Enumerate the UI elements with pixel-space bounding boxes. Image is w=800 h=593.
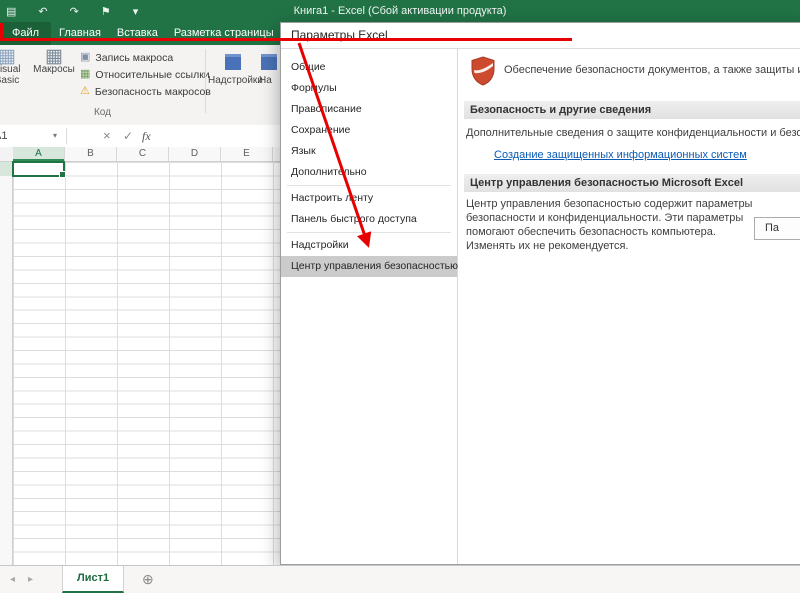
excel-options-dialog: Параметры Excel Общие Формулы Правописан… (280, 22, 800, 565)
tab-file[interactable]: Файл (0, 22, 52, 45)
sidebar-item-advanced[interactable]: Дополнительно (281, 162, 457, 183)
trust-intro-text: Обеспечение безопасности документов, а т… (504, 64, 800, 76)
addins-cube-icon (225, 54, 241, 70)
name-box-dropdown-icon[interactable]: ▾ (53, 125, 57, 147)
macro-security-button[interactable]: ⚠ Безопасность макросов (80, 84, 211, 99)
sidebar-item-proofing[interactable]: Правописание (281, 99, 457, 120)
column-header-d[interactable]: D (169, 147, 221, 161)
visual-basic-label: Visual Basic (0, 64, 21, 86)
formula-bar-divider (66, 128, 67, 144)
cancel-entry-icon[interactable]: × (103, 125, 111, 147)
sheet-tab-list1[interactable]: Лист1 (62, 566, 125, 593)
dialog-content: Обеспечение безопасности документов, а т… (458, 49, 800, 564)
undo-icon[interactable]: ↶ (38, 5, 47, 18)
sidebar-separator (287, 232, 451, 233)
save-icon[interactable]: ▤ (6, 5, 16, 18)
add-sheet-icon[interactable]: ⊕ (142, 566, 154, 593)
sidebar-item-customize-ribbon[interactable]: Настроить ленту (281, 188, 457, 209)
select-all-corner[interactable] (0, 147, 14, 161)
worksheet-grid[interactable] (13, 162, 281, 565)
macros-icon: ▦ (45, 46, 63, 67)
column-header-c[interactable]: C (117, 147, 169, 161)
privacy-info-text: Дополнительные сведения о защите конфиде… (466, 127, 800, 139)
customize-qat-icon[interactable]: ▾ (133, 5, 139, 18)
sidebar-item-formulas[interactable]: Формулы (281, 78, 457, 99)
record-macro-label: Запись макроса (95, 51, 174, 64)
ribbon-group-separator (205, 49, 206, 113)
warning-icon: ⚠ (80, 85, 90, 97)
title-bar: Книга1 - Excel (Сбой активации продукта)… (0, 0, 800, 22)
name-box[interactable]: A1 (0, 125, 58, 147)
com-addins-label: На (259, 75, 272, 86)
touch-mode-icon[interactable]: ⚑ (101, 5, 111, 18)
fill-handle[interactable] (59, 171, 66, 178)
sidebar-item-quick-access[interactable]: Панель быстрого доступа (281, 209, 457, 230)
record-macro-button[interactable]: ▣ Запись макроса (80, 50, 173, 65)
sidebar-item-addins[interactable]: Надстройки (281, 235, 457, 256)
dialog-sidebar: Общие Формулы Правописание Сохранение Яз… (281, 49, 458, 564)
row-1-highlight (0, 162, 12, 176)
trust-center-description: Центр управления безопасностью содержит … (466, 198, 753, 252)
sidebar-item-language[interactable]: Язык (281, 141, 457, 162)
dialog-title: Параметры Excel (281, 23, 800, 49)
quick-access-toolbar: ▤ ↶ ↷ ⚑ ▾ (6, 0, 138, 22)
com-addins-cube-icon (261, 54, 277, 70)
sidebar-item-general[interactable]: Общие (281, 57, 457, 78)
column-header-a[interactable]: A (13, 147, 65, 161)
relative-references-icon: ▦ (80, 68, 91, 80)
selected-cell-a1[interactable] (12, 161, 66, 178)
tab-insert[interactable]: Вставка (109, 22, 166, 45)
trust-center-settings-button[interactable]: Па (754, 217, 800, 240)
dialog-body: Общие Формулы Правописание Сохранение Яз… (281, 49, 800, 564)
record-macro-icon: ▣ (80, 51, 91, 63)
confirm-entry-icon[interactable]: ✓ (123, 125, 133, 147)
visual-basic-icon: ▦ (0, 46, 16, 67)
sidebar-item-save[interactable]: Сохранение (281, 120, 457, 141)
security-info-section-header: Безопасность и другие сведения (464, 101, 800, 119)
tab-page-layout[interactable]: Разметка страницы (166, 22, 282, 45)
secure-systems-link[interactable]: Создание защищенных информационных систе… (494, 149, 747, 161)
sheet-nav-left-icon[interactable]: ◂ (10, 566, 15, 593)
column-header-b[interactable]: B (65, 147, 117, 161)
sidebar-separator (287, 185, 451, 186)
addins-button[interactable]: Надстройки (208, 48, 263, 120)
sidebar-item-trust-center[interactable]: Центр управления безопасностью (281, 256, 458, 277)
security-shield-icon (470, 56, 496, 89)
excel-window: Книга1 - Excel (Сбой активации продукта)… (0, 0, 800, 593)
trust-center-section-header: Центр управления безопасностью Microsoft… (464, 174, 800, 192)
macro-security-label: Безопасность макросов (94, 85, 211, 98)
column-header-e[interactable]: E (221, 147, 273, 161)
code-group-label: Код (93, 107, 111, 118)
addins-label: Надстройки (208, 75, 263, 86)
sheet-tab-bar: ◂ ▸ Лист1 ⊕ (0, 565, 800, 593)
row-header-gutter[interactable] (0, 162, 13, 565)
sheet-nav-right-icon[interactable]: ▸ (28, 566, 33, 593)
relative-references-label: Относительные ссылки (95, 68, 210, 81)
insert-function-icon[interactable]: fx (142, 125, 151, 147)
relative-references-button[interactable]: ▦ Относительные ссылки (80, 67, 210, 82)
redo-icon[interactable]: ↷ (70, 5, 79, 18)
tab-home[interactable]: Главная (51, 22, 109, 45)
macros-label: Макросы (33, 64, 75, 75)
